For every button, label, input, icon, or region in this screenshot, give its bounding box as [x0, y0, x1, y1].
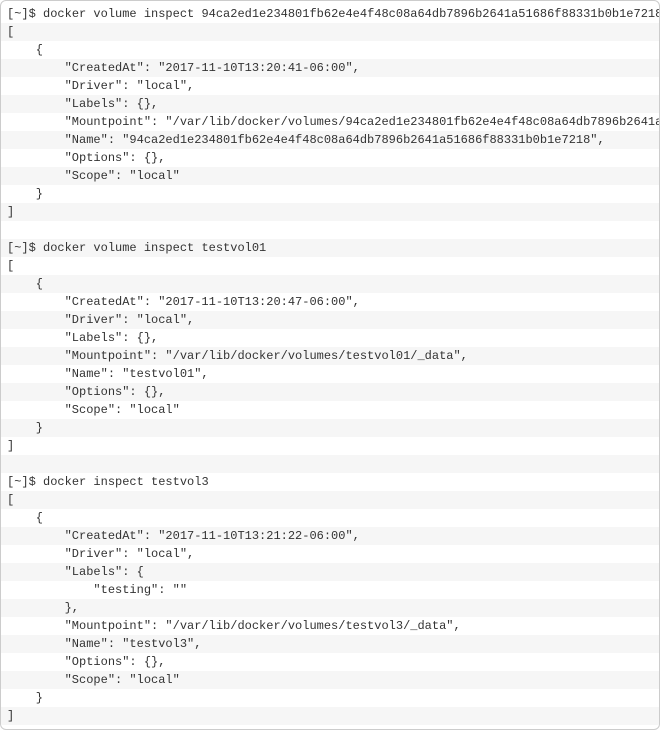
output-line: "Driver": "local", [1, 77, 659, 95]
output-line: "Options": {}, [1, 653, 659, 671]
output-line [1, 455, 659, 473]
output-line: "Options": {}, [1, 149, 659, 167]
output-line: "Driver": "local", [1, 311, 659, 329]
output-line: "Options": {}, [1, 383, 659, 401]
output-line: "CreatedAt": "2017-11-10T13:20:41-06:00"… [1, 59, 659, 77]
output-line [1, 221, 659, 239]
command-line: [~]$ docker volume inspect testvol01 [1, 239, 659, 257]
output-line: "Mountpoint": "/var/lib/docker/volumes/9… [1, 113, 659, 131]
output-line: [ [1, 257, 659, 275]
output-line: { [1, 275, 659, 293]
command-text: docker volume inspect 94ca2ed1e234801fb6… [43, 7, 659, 21]
output-line: "CreatedAt": "2017-11-10T13:21:22-06:00"… [1, 527, 659, 545]
command-line: [~]$ docker volume inspect 94ca2ed1e2348… [1, 5, 659, 23]
output-line: "Scope": "local" [1, 167, 659, 185]
output-line: } [1, 689, 659, 707]
prompt: [~]$ [7, 241, 43, 255]
command-line: [~]$ docker inspect testvol3 [1, 473, 659, 491]
output-line: "Labels": {}, [1, 95, 659, 113]
output-line: } [1, 419, 659, 437]
output-line: "Mountpoint": "/var/lib/docker/volumes/t… [1, 617, 659, 635]
output-line: [ [1, 23, 659, 41]
output-line: ] [1, 203, 659, 221]
output-line: "Driver": "local", [1, 545, 659, 563]
output-line: "Labels": { [1, 563, 659, 581]
output-line: "Name": "testvol01", [1, 365, 659, 383]
terminal-output: [~]$ docker volume inspect 94ca2ed1e2348… [1, 5, 659, 725]
output-line: "Scope": "local" [1, 671, 659, 689]
prompt: [~]$ [7, 475, 43, 489]
output-line: [ [1, 491, 659, 509]
output-line: ] [1, 707, 659, 725]
output-line: ] [1, 437, 659, 455]
output-line: "Name": "94ca2ed1e234801fb62e4e4f48c08a6… [1, 131, 659, 149]
output-line: "Name": "testvol3", [1, 635, 659, 653]
prompt: [~]$ [7, 7, 43, 21]
output-line: "testing": "" [1, 581, 659, 599]
command-text: docker inspect testvol3 [43, 475, 209, 489]
output-line: "Scope": "local" [1, 401, 659, 419]
output-line: "Labels": {}, [1, 329, 659, 347]
command-text: docker volume inspect testvol01 [43, 241, 266, 255]
output-line: { [1, 41, 659, 59]
output-line: { [1, 509, 659, 527]
output-line: "Mountpoint": "/var/lib/docker/volumes/t… [1, 347, 659, 365]
output-line: } [1, 185, 659, 203]
output-line: "CreatedAt": "2017-11-10T13:20:47-06:00"… [1, 293, 659, 311]
